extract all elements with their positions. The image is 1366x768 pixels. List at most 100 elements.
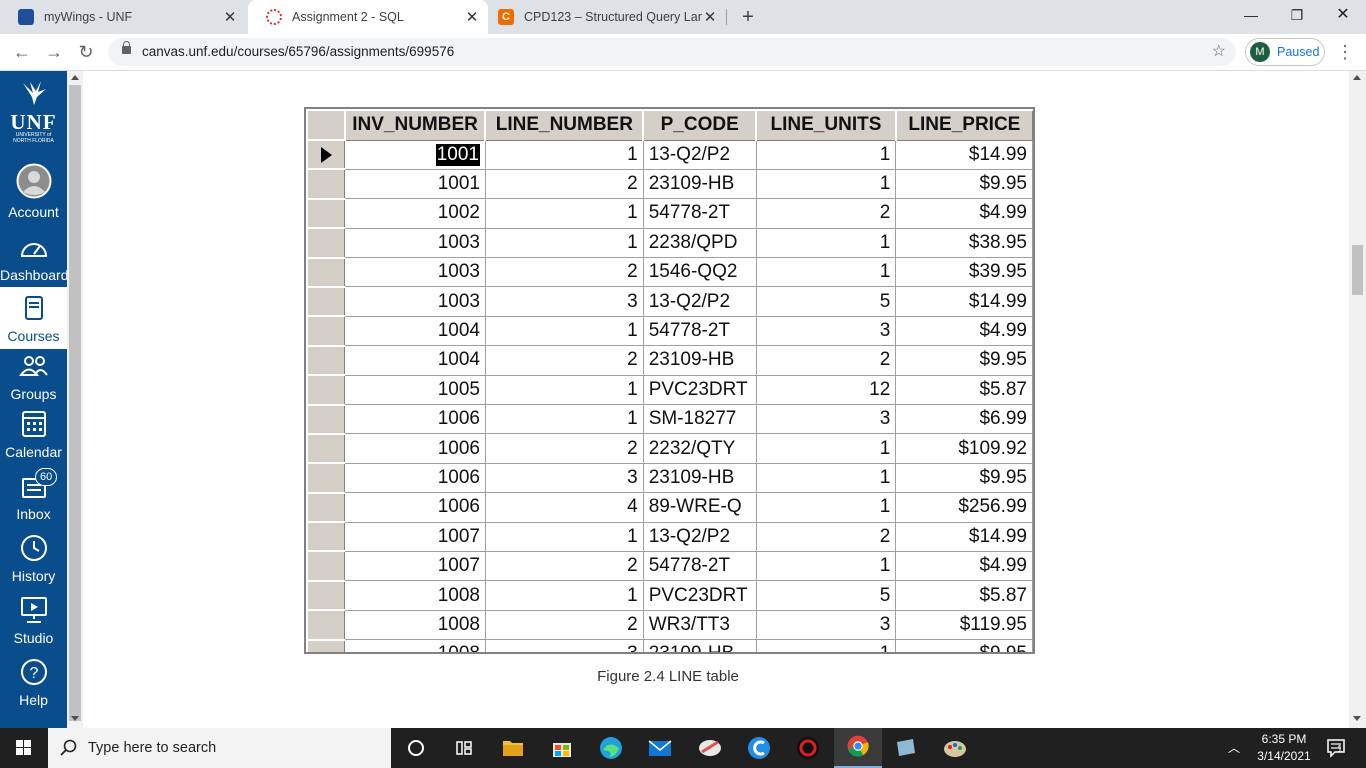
profile-button[interactable]: M Paused [1245, 38, 1325, 66]
table-cell[interactable]: 1 [755, 168, 897, 200]
table-cell[interactable]: $9.95 [895, 639, 1033, 652]
table-cell[interactable]: $6.99 [895, 404, 1033, 435]
scrollbar-thumb[interactable] [1352, 245, 1363, 295]
table-cell[interactable]: 1 [755, 550, 897, 582]
nav-scrollbar[interactable] [67, 71, 83, 728]
taskbar-search-box[interactable]: Type here to search [48, 728, 391, 768]
table-cell[interactable]: $4.99 [895, 315, 1033, 347]
row-selector[interactable] [306, 197, 346, 229]
table-cell[interactable]: 2 [484, 433, 644, 464]
table-cell[interactable]: 89-WRE-Q [642, 492, 757, 523]
unf-logo[interactable]: UNF UNIVERSITY of NORTH FLORIDA [0, 79, 67, 149]
table-cell[interactable]: 54778-2T [642, 550, 757, 582]
table-cell[interactable]: 1 [755, 257, 897, 288]
row-selector[interactable] [306, 609, 346, 641]
table-cell[interactable]: $4.99 [895, 550, 1033, 582]
row-selector[interactable] [306, 491, 346, 523]
chrome-icon[interactable] [834, 728, 882, 768]
table-cell[interactable]: 1005 [344, 374, 486, 406]
table-cell[interactable]: $39.95 [895, 257, 1033, 288]
table-cell[interactable]: $256.99 [895, 492, 1033, 523]
table-cell[interactable]: 3 [755, 609, 897, 641]
table-cell[interactable]: $14.99 [895, 139, 1033, 170]
close-window-button[interactable]: ✕ [1320, 0, 1366, 30]
table-cell[interactable]: 3 [755, 315, 897, 347]
row-selector[interactable] [306, 256, 346, 288]
red-app-icon[interactable] [784, 728, 832, 768]
tab-cpd123[interactable]: C CPD123 – Structured Query Lang ✕ [488, 0, 726, 34]
table-cell[interactable]: 1007 [344, 521, 486, 552]
table-row[interactable]: 1008 3 23109-HB 1 $9.95 [306, 638, 1033, 652]
paint-icon[interactable] [931, 728, 979, 768]
table-cell[interactable]: 1 [484, 580, 644, 611]
file-explorer-icon[interactable] [489, 728, 537, 768]
table-row[interactable]: 1008 2 WR3/TT3 3 $119.95 [306, 609, 1033, 641]
row-selector[interactable] [306, 374, 346, 406]
table-cell[interactable]: 23109-HB [642, 639, 757, 652]
table-cell[interactable]: SM-18277 [642, 404, 757, 435]
snip-tool-icon[interactable] [686, 728, 734, 768]
nav-inbox[interactable]: 60 Inbox [0, 468, 67, 522]
table-cell[interactable]: 1004 [344, 315, 486, 347]
close-icon[interactable]: ✕ [702, 8, 718, 26]
taskbar-clock[interactable]: 6:35 PM 3/14/2021 [1246, 731, 1322, 765]
table-cell[interactable]: 3 [484, 639, 644, 652]
minimize-button[interactable]: — [1228, 0, 1274, 30]
table-cell[interactable]: $14.99 [895, 521, 1033, 552]
nav-dashboard[interactable]: Dashboard [0, 232, 69, 283]
column-header[interactable]: INV_NUMBER [343, 109, 486, 141]
table-cell[interactable]: 1003 [344, 286, 486, 317]
table-cell[interactable]: $4.99 [895, 198, 1033, 229]
row-selector[interactable] [306, 579, 346, 611]
nav-courses[interactable]: Courses [0, 287, 67, 349]
row-selector[interactable] [306, 344, 346, 376]
column-header[interactable]: LINE_PRICE [894, 109, 1033, 141]
table-cell[interactable]: 1008 [344, 639, 486, 652]
table-row[interactable]: 1001 2 23109-HB 1 $9.95 [306, 168, 1033, 200]
nav-help[interactable]: ? Help [0, 657, 67, 708]
cortana-app-icon[interactable] [735, 728, 783, 768]
table-row[interactable]: 1006 2 2232/QTY 1 $109.92 [306, 432, 1033, 464]
table-cell[interactable]: 2 [484, 550, 644, 582]
table-cell[interactable]: $119.95 [895, 609, 1033, 641]
table-cell[interactable]: 2 [755, 198, 897, 229]
table-cell[interactable]: $9.95 [895, 345, 1033, 376]
row-selector[interactable] [306, 432, 346, 464]
row-selector[interactable] [306, 138, 346, 170]
column-header[interactable]: LINE_NUMBER [484, 109, 644, 141]
table-cell[interactable]: 1001 [344, 168, 486, 200]
table-row[interactable]: 1006 4 89-WRE-Q 1 $256.99 [306, 491, 1033, 523]
table-row[interactable]: 1006 3 23109-HB 1 $9.95 [306, 462, 1033, 494]
table-row[interactable]: 1004 1 54778-2T 3 $4.99 [306, 315, 1033, 347]
table-cell[interactable]: PVC23DRT [642, 580, 757, 611]
table-cell[interactable]: 12 [755, 374, 897, 406]
table-cell[interactable]: PVC23DRT [642, 374, 757, 406]
row-selector[interactable] [306, 521, 346, 552]
tray-overflow-chevron-icon[interactable]: ︿ [1224, 728, 1244, 768]
table-cell[interactable]: 3 [484, 286, 644, 317]
table-cell[interactable]: 2 [484, 168, 644, 200]
table-cell[interactable]: $5.87 [895, 374, 1033, 406]
table-cell[interactable]: 1007 [344, 550, 486, 582]
microsoft-store-icon[interactable] [538, 728, 586, 768]
address-bar[interactable]: canvas.unf.edu/courses/65796/assignments… [108, 38, 1236, 66]
table-cell[interactable]: 1 [755, 639, 897, 652]
row-selector[interactable] [306, 227, 346, 259]
table-cell[interactable]: 13-Q2/P2 [642, 286, 757, 317]
row-selector[interactable] [306, 462, 346, 494]
table-cell[interactable]: 1 [755, 462, 897, 494]
table-cell[interactable]: $9.95 [895, 462, 1033, 494]
table-cell[interactable]: 1006 [344, 433, 486, 464]
calculator-app-icon[interactable] [882, 728, 930, 768]
table-cell[interactable]: $14.99 [895, 286, 1033, 317]
table-row[interactable]: 1003 3 13-Q2/P2 5 $14.99 [306, 285, 1033, 317]
table-cell[interactable]: 3 [755, 404, 897, 435]
page-scrollbar[interactable] [1349, 71, 1366, 728]
table-row[interactable]: 1007 2 54778-2T 1 $4.99 [306, 550, 1033, 582]
table-row[interactable]: 1003 1 2238/QPD 1 $38.95 [306, 227, 1033, 259]
table-row[interactable]: 1007 1 13-Q2/P2 2 $14.99 [306, 521, 1033, 552]
column-header[interactable]: P_CODE [642, 109, 757, 141]
table-row[interactable]: 1006 1 SM-18277 3 $6.99 [306, 403, 1033, 435]
table-cell[interactable]: 23109-HB [642, 462, 757, 494]
close-icon[interactable]: ✕ [222, 8, 238, 26]
